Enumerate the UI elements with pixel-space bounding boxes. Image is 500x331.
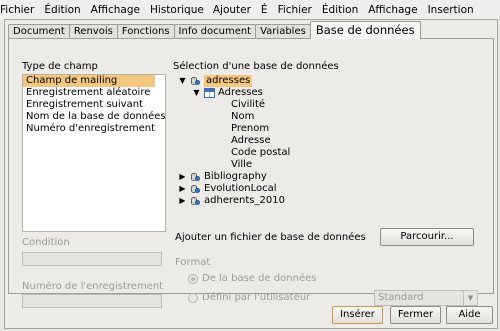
tree-node-label: Bibliography xyxy=(204,171,267,182)
tree-node-label: Adresses xyxy=(218,87,263,98)
tree-node-label: adresses xyxy=(204,75,253,87)
browse-button[interactable]: Parcourir... xyxy=(380,228,474,246)
tab-info-document[interactable]: Info document xyxy=(173,24,257,39)
tree-node-database[interactable]: ▶ adherents_2010 xyxy=(178,195,285,207)
fields-dialog: Document Renvois Fonctions Info document… xyxy=(4,19,498,329)
menu-item[interactable]: Édition xyxy=(317,4,363,16)
menu-item[interactable]: Insertion xyxy=(423,4,479,16)
menu-item[interactable]: Fichier xyxy=(273,4,317,16)
tab-base-de-donnees[interactable]: Base de données xyxy=(309,21,421,39)
chevron-down-icon: ▼ xyxy=(463,291,477,305)
type-item[interactable]: Numéro d'enregistrement xyxy=(23,123,165,135)
background-menubar: Fichier Édition Affichage Historique Ajo… xyxy=(0,0,500,20)
menu-item[interactable]: Ajouter xyxy=(209,4,256,16)
format-select-value: Standard xyxy=(378,292,424,303)
expand-icon[interactable]: ▶ xyxy=(178,183,187,195)
tab-document[interactable]: Document xyxy=(8,24,70,39)
radio-user-defined[interactable] xyxy=(188,293,198,303)
selection-label: Sélection d'une base de données xyxy=(173,61,339,72)
tab-page: Type de champ Champ de mailing Enregistr… xyxy=(8,38,494,308)
tree-node-field[interactable]: Adresse xyxy=(231,135,271,147)
tree-node-label: adherents_2010 xyxy=(204,195,285,206)
add-database-label: Ajouter un fichier de base de données xyxy=(175,232,366,243)
radio-from-database-label: De la base de données xyxy=(202,273,317,284)
tree-node-root[interactable]: ▼ adresses xyxy=(178,75,253,87)
collapse-icon[interactable]: ▼ xyxy=(192,87,201,99)
tab-fonctions[interactable]: Fonctions xyxy=(116,24,175,39)
format-select[interactable]: Standard ▼ xyxy=(374,290,478,306)
radio-from-database[interactable] xyxy=(188,274,198,284)
tree-node-label: EvolutionLocal xyxy=(204,183,277,194)
collapse-icon[interactable]: ▼ xyxy=(178,75,187,87)
close-button[interactable]: Fermer xyxy=(390,306,441,324)
tree-node-table[interactable]: ▼ Adresses xyxy=(192,87,263,99)
tree-node-field[interactable]: Code postal xyxy=(231,147,290,159)
tree-node-database[interactable]: ▶ EvolutionLocal xyxy=(178,183,277,195)
help-button[interactable]: Aide xyxy=(446,306,493,324)
type-item[interactable]: Enregistrement aléatoire xyxy=(23,87,165,99)
type-item[interactable]: Nom de la base de données xyxy=(23,111,165,123)
condition-field[interactable] xyxy=(22,252,162,266)
menu-item[interactable]: É xyxy=(256,4,273,16)
tree-node-field[interactable]: Nom xyxy=(231,111,254,123)
database-icon xyxy=(190,172,201,183)
tree-node-database[interactable]: ▶ Bibliography xyxy=(178,171,267,183)
tab-variables[interactable]: Variables xyxy=(255,24,311,39)
database-tree[interactable]: ▼ adresses ▼ Adresses Civilité Nom Preno… xyxy=(177,74,389,232)
expand-icon[interactable]: ▶ xyxy=(178,195,187,207)
menu-item[interactable]: Fichier xyxy=(0,4,39,16)
database-icon xyxy=(190,196,201,207)
tab-bar: Document Renvois Fonctions Info document… xyxy=(8,21,421,39)
menu-item[interactable]: Affichage xyxy=(363,4,422,16)
menu-item[interactable]: Historique xyxy=(145,4,209,16)
record-number-field[interactable] xyxy=(22,294,162,308)
menu-item[interactable]: Affichage xyxy=(86,4,145,16)
tree-node-field[interactable]: Ville xyxy=(231,159,252,171)
type-item[interactable]: Champ de mailing xyxy=(23,75,155,87)
type-list[interactable]: Champ de mailing Enregistrement aléatoir… xyxy=(22,74,166,232)
tab-renvois[interactable]: Renvois xyxy=(68,24,118,39)
table-icon xyxy=(204,88,215,98)
type-item[interactable]: Enregistrement suivant xyxy=(23,99,165,111)
tree-node-field[interactable]: Prenom xyxy=(231,123,269,135)
database-icon xyxy=(190,184,201,195)
database-icon xyxy=(190,76,201,87)
insert-button[interactable]: Insérer xyxy=(332,306,383,324)
menu-item[interactable]: Édition xyxy=(39,4,85,16)
tree-node-field[interactable]: Civilité xyxy=(231,99,265,111)
condition-label: Condition xyxy=(22,237,70,248)
radio-user-defined-label: Défini par l'utilisateur xyxy=(202,292,311,303)
expand-icon[interactable]: ▶ xyxy=(178,171,187,183)
type-label: Type de champ xyxy=(22,61,98,72)
format-label: Format xyxy=(175,257,211,268)
record-number-label: Numéro de l'enregistrement xyxy=(22,281,164,292)
